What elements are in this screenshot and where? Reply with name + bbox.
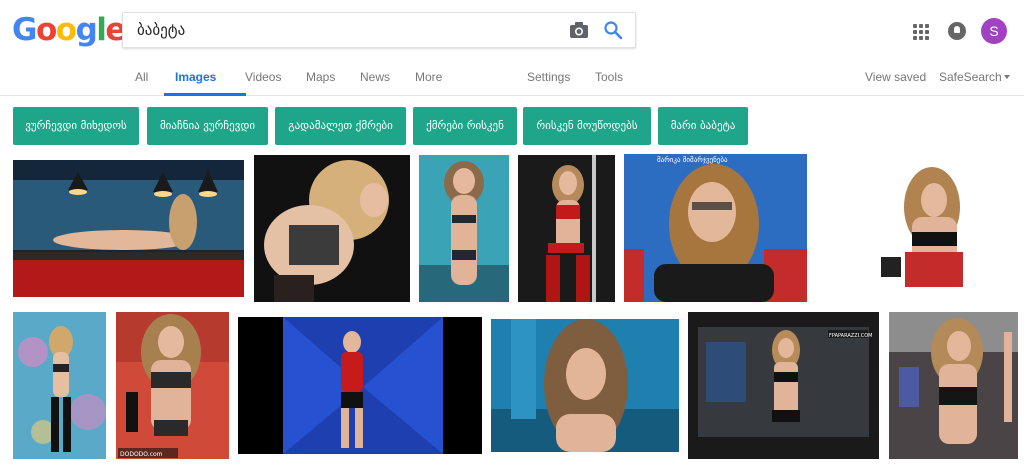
image-result[interactable]: DODODO.com [116,312,229,459]
avatar[interactable]: S [981,18,1007,44]
safesearch-dropdown[interactable]: SafeSearch [939,70,1010,84]
chip-1[interactable]: მიაჩნია ვურჩევდი [147,107,268,145]
image-result[interactable] [254,155,410,302]
logo-letters: Google [12,12,126,48]
image-result[interactable] [419,155,509,302]
top-bar: Google S [0,0,1024,62]
closeup-image [491,319,679,452]
studio-image: FPAPARAZZI.COM [688,312,879,459]
search-box [122,12,636,48]
logo-letter: g [75,12,98,48]
google-logo[interactable]: Google [12,12,126,48]
chip-5[interactable]: მარი ბაბეტა [658,107,748,145]
xfactor-stage-image [238,317,482,454]
tab-news[interactable]: News [360,70,390,84]
pose-image [13,312,106,459]
notifications-icon[interactable] [948,22,966,40]
image-result[interactable] [13,160,244,297]
watermark: DODODO.com [120,451,163,458]
pose-image: DODODO.com [116,312,229,459]
image-result[interactable] [889,312,1018,459]
settings-link[interactable]: Settings [527,70,570,84]
tab-all[interactable]: All [135,70,148,84]
tv-caption: მარიკა მიმარჯვენება [657,155,728,164]
chip-3[interactable]: ქმრები რისკენ [413,107,517,145]
tv-interview-image: მარიკა მიმარჯვენება [624,154,807,302]
logo-letter: G [12,12,37,48]
tab-maps[interactable]: Maps [306,70,335,84]
camera-icon[interactable] [569,21,589,39]
tab-images[interactable]: Images [175,70,216,84]
bar-scene-image [13,160,244,297]
chip-2[interactable]: გადამალეთ ქმრები [275,107,406,145]
studio-image [889,312,1018,459]
safesearch-label: SafeSearch [939,70,1002,84]
pose-image [419,155,509,302]
image-result[interactable] [491,319,679,452]
tab-more[interactable]: More [415,70,442,84]
search-input[interactable] [137,13,557,47]
image-result[interactable] [518,155,615,302]
watermark: FPAPARAZZI.COM [829,333,872,339]
logo-letter: l [96,12,107,48]
image-result[interactable]: FPAPARAZZI.COM [688,312,879,459]
image-result[interactable] [817,162,1018,294]
logo-letter: o [35,12,57,48]
active-tab-indicator [164,93,246,96]
pose-image [518,155,615,302]
image-result[interactable] [238,317,482,454]
tools-link[interactable]: Tools [595,70,623,84]
pose-image [254,155,410,302]
image-result[interactable]: მარიკა მიმარჯვენება [624,154,807,302]
chevron-down-icon [1003,75,1010,79]
tab-videos[interactable]: Videos [245,70,281,84]
logo-letter: o [55,12,77,48]
view-saved-link[interactable]: View saved [865,70,926,84]
pose-image [817,162,1018,294]
chip-0[interactable]: ვურჩევდი მიხედოს [13,107,139,145]
image-result[interactable] [13,312,106,459]
chip-4[interactable]: რისკენ მოუწოდებს [523,107,651,145]
search-tabs: All Images Videos Maps News More Setting… [0,62,1024,96]
apps-grid-icon[interactable] [913,24,929,40]
search-icon[interactable] [603,20,623,40]
